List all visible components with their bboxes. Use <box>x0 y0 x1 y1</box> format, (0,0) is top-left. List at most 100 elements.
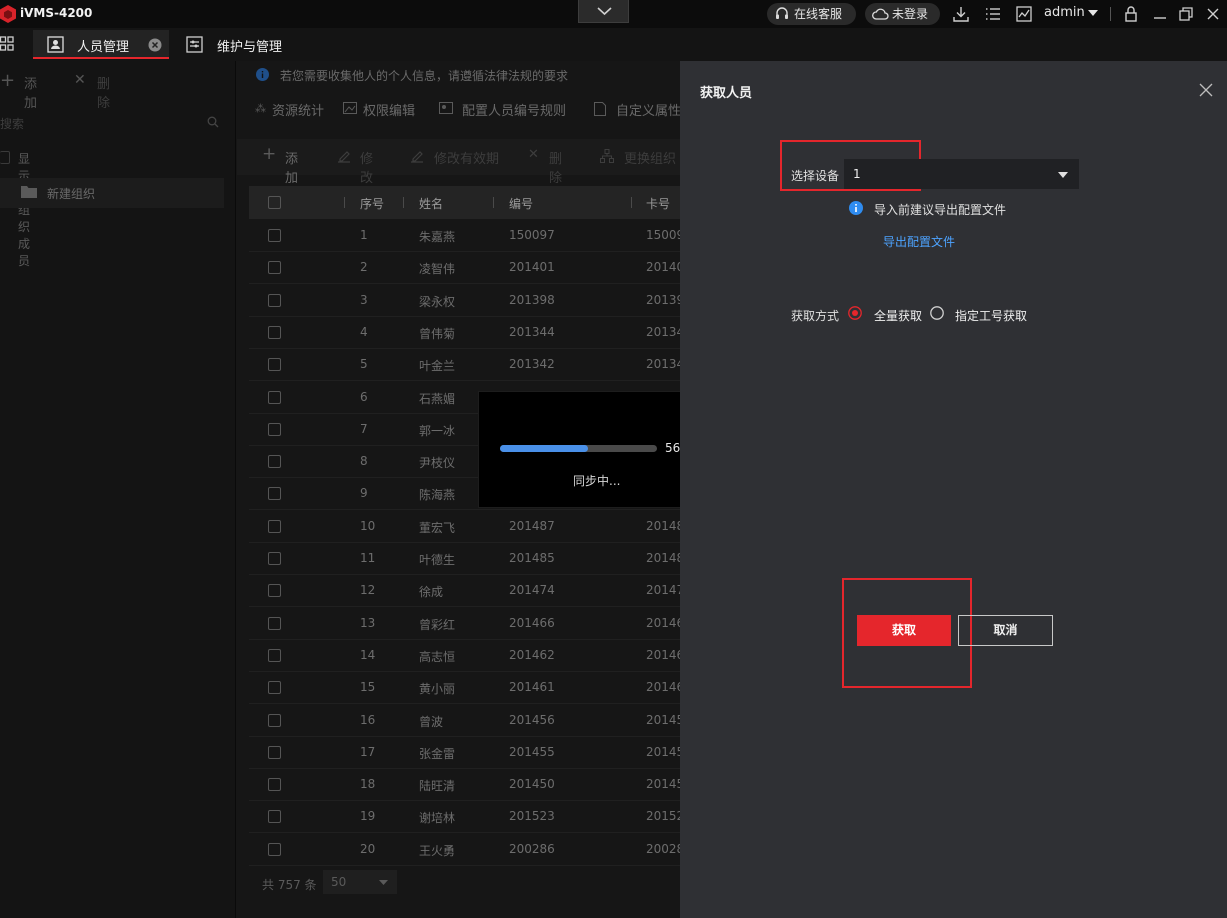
org-tree-item[interactable]: 新建组织 <box>0 178 224 208</box>
table-row[interactable]: 10 董宏飞 201487 20148 <box>249 511 680 543</box>
org-search-input[interactable]: 搜索 <box>0 112 222 132</box>
search-icon[interactable] <box>207 116 219 128</box>
login-status-label: 未登录 <box>892 7 929 21</box>
close-dialog-icon[interactable] <box>1199 83 1213 97</box>
row-checkbox[interactable] <box>268 616 281 630</box>
col-divider <box>403 197 404 208</box>
row-checkbox[interactable] <box>268 681 281 695</box>
collapse-button[interactable] <box>578 0 629 23</box>
username: admin <box>1044 5 1085 20</box>
row-checkbox[interactable] <box>268 842 281 856</box>
toolbar-label: 修改 <box>360 152 374 186</box>
radio-checked-icon <box>848 306 862 320</box>
cell-name: 曾伟菊 <box>419 326 456 341</box>
progress-fill <box>500 445 588 452</box>
row-checkbox[interactable] <box>268 229 281 242</box>
cell-seq: 2 <box>360 260 368 275</box>
table-row[interactable]: 15 黄小丽 201461 20146 <box>249 672 680 705</box>
edit-icon <box>337 149 351 163</box>
table-row[interactable]: 18 陆旺清 201450 20145 <box>249 769 680 802</box>
cancel-button[interactable]: 取消 <box>958 615 1053 646</box>
table-row[interactable]: 1 朱嘉燕 150097 15009 <box>249 220 680 252</box>
row-checkbox[interactable] <box>268 261 281 275</box>
table-row[interactable]: 16 曾波 201456 20145 <box>249 705 680 737</box>
close-tab-icon[interactable] <box>148 38 162 52</box>
cell-card: 20148 <box>646 518 680 533</box>
table-row[interactable]: 13 曾彩红 201466 20146 <box>249 608 680 640</box>
row-checkbox[interactable] <box>268 552 281 565</box>
row-checkbox[interactable] <box>268 745 281 759</box>
fetch-button[interactable]: 获取 <box>857 615 951 646</box>
search-placeholder: 搜索 <box>0 117 25 131</box>
row-checkbox[interactable] <box>268 358 281 372</box>
table-row[interactable]: 19 谢培林 201523 20152 <box>249 801 680 834</box>
image-icon <box>343 102 357 114</box>
cell-id: 201450 <box>509 777 555 792</box>
minimize-icon[interactable] <box>1150 4 1170 24</box>
cell-name: 张金雷 <box>419 746 456 761</box>
cell-seq: 17 <box>360 744 376 759</box>
folder-icon <box>21 185 37 198</box>
change-org-button[interactable]: 更换组织 <box>600 147 680 167</box>
row-checkbox[interactable] <box>268 455 281 469</box>
task-list-icon[interactable] <box>983 4 1003 24</box>
login-status-button[interactable]: 未登录 <box>865 3 940 25</box>
cell-card: 20152 <box>646 809 680 824</box>
cell-card: 15009 <box>646 228 680 242</box>
cell-card: 20145 <box>646 777 680 792</box>
cell-id: 201487 <box>509 518 555 533</box>
row-checkbox[interactable] <box>268 713 281 727</box>
row-checkbox[interactable] <box>268 778 281 792</box>
table-row[interactable]: 5 叶金兰 201342 20134 <box>249 349 680 382</box>
row-checkbox[interactable] <box>268 487 281 501</box>
row-checkbox[interactable] <box>268 390 281 404</box>
table-row[interactable]: 17 张金雷 201455 20145 <box>249 737 680 769</box>
restore-icon[interactable] <box>1176 4 1196 24</box>
cell-seq: 6 <box>360 389 368 404</box>
cell-seq: 5 <box>360 357 368 372</box>
table-row[interactable]: 3 梁永权 201398 20139 <box>249 285 680 317</box>
cell-id: 201466 <box>509 615 555 630</box>
download-icon[interactable] <box>951 4 971 24</box>
cell-id: 200286 <box>509 841 555 856</box>
cell-seq: 8 <box>360 454 368 469</box>
device-select[interactable]: 1 <box>844 159 1079 189</box>
table-row[interactable]: 2 凌智伟 201401 20140 <box>249 252 680 285</box>
row-checkbox[interactable] <box>268 810 281 824</box>
cell-name: 凌智伟 <box>419 262 456 277</box>
row-checkbox[interactable] <box>268 293 281 307</box>
row-checkbox[interactable] <box>268 519 281 533</box>
grid-menu-icon[interactable] <box>0 36 14 52</box>
page-size-select[interactable]: 50 <box>323 870 397 894</box>
cell-name: 尹枝仪 <box>419 456 456 471</box>
tab-person-management[interactable]: 人员管理 <box>33 30 169 59</box>
org-tree-icon <box>600 149 614 163</box>
cell-name: 曾彩红 <box>419 617 456 632</box>
online-service-button[interactable]: 在线客服 <box>767 3 856 25</box>
monitor-chart-icon[interactable] <box>1014 4 1034 24</box>
table-row[interactable]: 20 王火勇 200286 20028 <box>249 834 680 866</box>
table-row[interactable]: 12 徐成 201474 20147 <box>249 575 680 608</box>
row-checkbox[interactable] <box>268 422 281 436</box>
user-menu[interactable]: admin <box>1044 5 1098 23</box>
cell-name: 石燕媚 <box>419 391 456 406</box>
export-config-link[interactable]: 导出配置文件 <box>883 233 955 250</box>
dialog-title: 获取人员 <box>700 86 753 101</box>
tab-maintenance[interactable]: 维护与管理 <box>180 30 300 59</box>
toolbar-label: 修改有效期 <box>434 152 500 167</box>
info-icon <box>256 68 269 81</box>
cell-name: 董宏飞 <box>419 520 456 535</box>
tab-label: 人员管理 <box>77 40 130 55</box>
row-checkbox[interactable] <box>268 648 281 662</box>
table-row[interactable]: 11 叶德生 201485 20148 <box>249 543 680 575</box>
row-checkbox[interactable] <box>268 325 281 339</box>
table-row[interactable]: 4 曾伟菊 201344 20134 <box>249 317 680 349</box>
table-row[interactable]: 14 高志恒 201462 20146 <box>249 640 680 672</box>
lock-icon[interactable] <box>1121 4 1141 24</box>
select-all-checkbox[interactable] <box>268 196 281 209</box>
col-divider <box>493 197 494 208</box>
row-checkbox[interactable] <box>268 584 281 598</box>
close-window-icon[interactable] <box>1203 4 1223 24</box>
divider <box>1110 7 1111 21</box>
custom-attr-button[interactable]: 自定义属性 <box>594 100 680 118</box>
